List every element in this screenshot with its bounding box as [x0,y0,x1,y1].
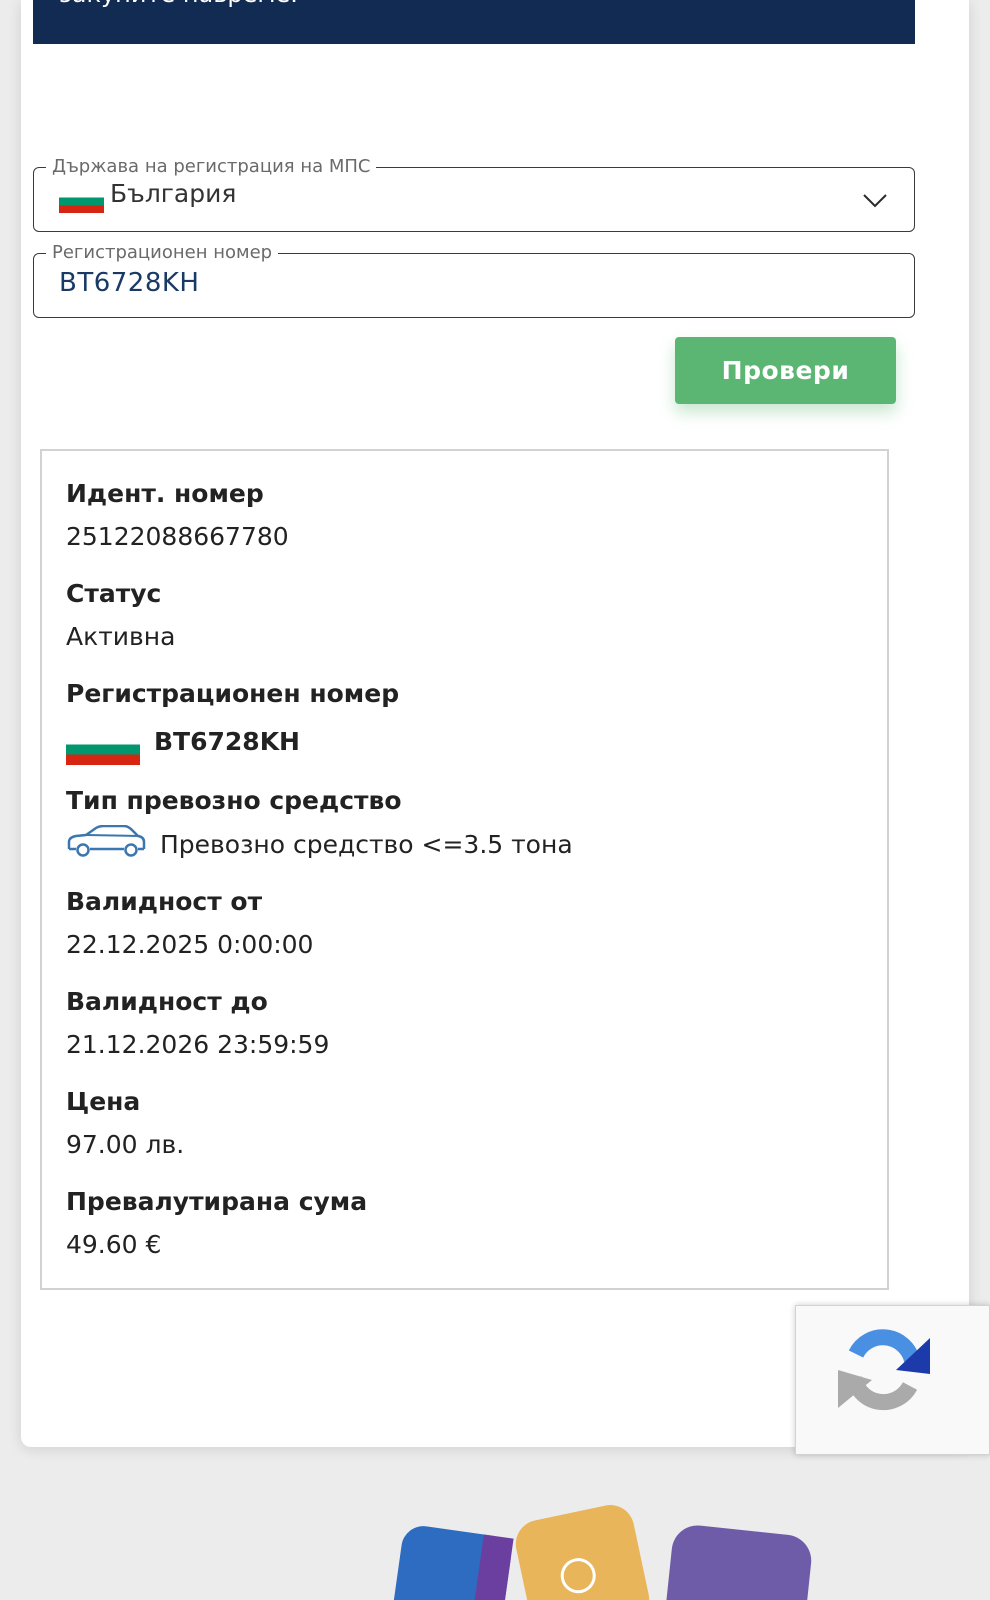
valid-from-label: Валидност от [66,887,263,916]
converted-amount-value: 49.60 € [66,1230,162,1259]
chevron-down-icon [863,194,887,208]
converted-amount-label: Превалутирана сума [66,1187,368,1216]
vehicle-type-label: Тип превозно средство [66,786,402,815]
bulgaria-flag-icon [66,734,140,765]
registration-field-label: Регистрационен номер [46,241,279,265]
info-banner: закупите навреме. [33,0,915,44]
country-value: България [110,179,237,208]
price-label: Цена [66,1087,141,1116]
ident-number-value: 25122088667780 [66,522,289,551]
bottom-app-icons [0,1490,990,1600]
vehicle-type-value: Превозно средство <=3.5 тона [160,830,573,859]
banner-text: закупите навреме. [59,0,298,8]
check-button[interactable]: Провери [675,337,896,404]
reg-number-value: BT6728KH [154,727,300,756]
valid-to-value: 21.12.2026 23:59:59 [66,1030,330,1059]
status-value: Активна [66,622,176,651]
registration-number-input[interactable]: Регистрационен номер BT6728KH [33,241,915,318]
app-icons-decoration [392,1505,812,1600]
valid-from-value: 22.12.2025 0:00:00 [66,930,314,959]
bulgaria-flag-icon [59,190,104,213]
price-value: 97.00 лв. [66,1130,185,1159]
ident-number-label: Идент. номер [66,479,264,508]
registration-input-value: BT6728KH [59,268,200,298]
status-label: Статус [66,579,162,608]
country-select[interactable]: Държава на регистрация на МПС България [33,155,915,232]
valid-to-label: Валидност до [66,987,268,1016]
car-icon [67,825,146,857]
reg-number-label: Регистрационен номер [66,679,400,708]
country-field-label: Държава на регистрация на МПС [46,155,377,179]
recaptcha-badge[interactable] [795,1305,990,1455]
recaptcha-logo-icon [838,1329,930,1411]
result-panel: Идент. номер 25122088667780 Статус Актив… [40,449,889,1290]
